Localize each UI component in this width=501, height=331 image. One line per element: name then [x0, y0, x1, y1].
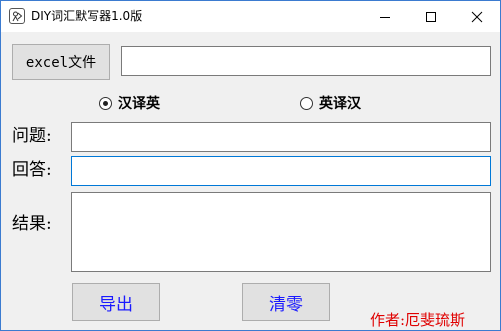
question-label: 问题:: [12, 126, 52, 146]
radio-checked-icon[interactable]: [99, 96, 112, 110]
export-button[interactable]: 导出: [72, 283, 160, 321]
file-path-field[interactable]: [121, 46, 491, 76]
excel-file-button[interactable]: excel文件: [12, 44, 110, 80]
mode-radio-en-cn[interactable]: 英译汉: [300, 94, 361, 112]
radio-unchecked-icon[interactable]: [300, 96, 313, 110]
answer-input[interactable]: [71, 156, 491, 186]
mode-radio-label: 汉译英: [118, 96, 160, 112]
question-field[interactable]: [71, 122, 491, 152]
result-label: 结果:: [12, 214, 52, 234]
clear-button[interactable]: 清零: [242, 283, 330, 321]
minimize-button[interactable]: [362, 1, 408, 32]
result-textarea[interactable]: [71, 192, 491, 272]
window-title: DIY词汇默写器1.0版: [31, 9, 143, 23]
close-button[interactable]: [454, 1, 500, 32]
close-icon: [471, 11, 483, 22]
author-credit: 作者:厄斐琉斯: [370, 311, 466, 329]
answer-label: 回答:: [12, 160, 52, 180]
app-icon[interactable]: [9, 8, 25, 24]
app-window: DIY词汇默写器1.0版 excel文件 汉译英 英译汉 问题: 回答: 结果:…: [0, 0, 501, 331]
maximize-button[interactable]: [408, 1, 454, 32]
mode-radio-cn-en[interactable]: 汉译英: [99, 94, 160, 112]
minimize-icon: [380, 16, 390, 18]
maximize-icon: [426, 11, 436, 22]
title-bar[interactable]: DIY词汇默写器1.0版: [1, 1, 500, 32]
mode-radio-label: 英译汉: [319, 96, 361, 112]
